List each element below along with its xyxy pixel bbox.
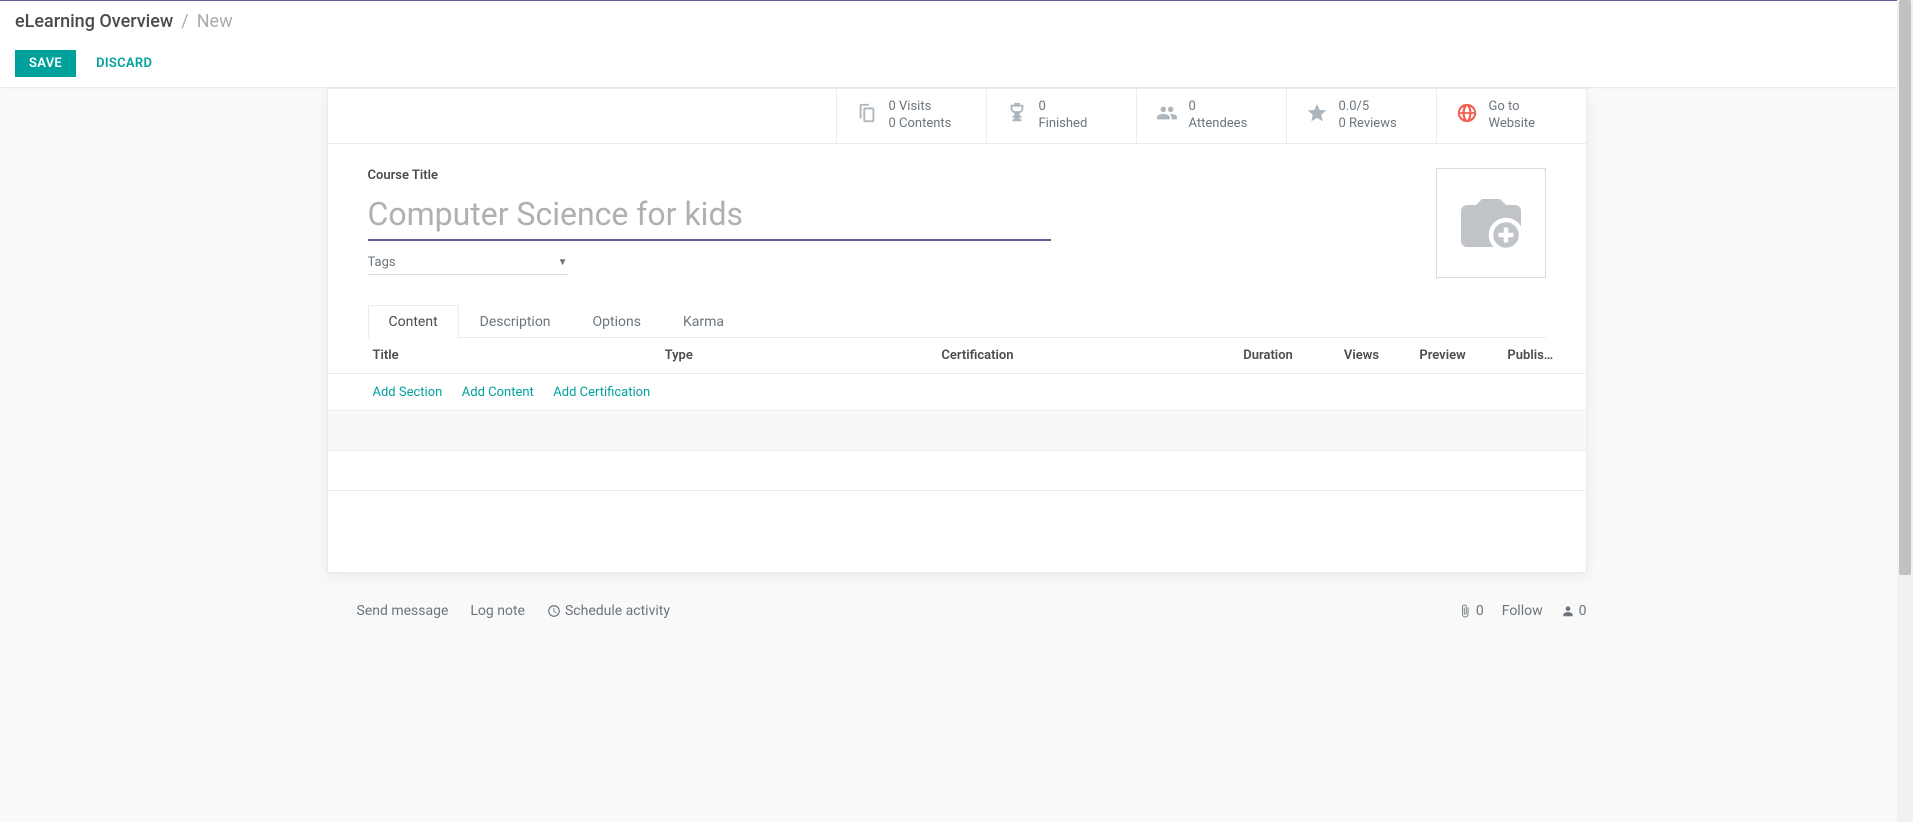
paperclip-icon bbox=[1458, 604, 1472, 618]
attachments-count[interactable]: 0 bbox=[1458, 603, 1484, 619]
table-row bbox=[328, 410, 1586, 450]
stat-reviews[interactable]: 0.0/5 0 Reviews bbox=[1286, 89, 1436, 143]
log-note-button[interactable]: Log note bbox=[470, 603, 525, 619]
stat-website-line1: Go to bbox=[1489, 99, 1536, 116]
col-type[interactable]: Type bbox=[655, 338, 932, 374]
col-certification[interactable]: Certification bbox=[931, 338, 1233, 374]
globe-icon bbox=[1455, 102, 1479, 129]
tab-karma[interactable]: Karma bbox=[662, 305, 745, 338]
breadcrumb-current: New bbox=[197, 11, 233, 32]
table-row bbox=[328, 450, 1586, 490]
stat-button-row: 0 Visits 0 Contents 0 Finished bbox=[328, 89, 1586, 144]
user-icon bbox=[1561, 604, 1575, 618]
documents-icon bbox=[855, 102, 879, 129]
col-views[interactable]: Views bbox=[1334, 338, 1409, 374]
breadcrumb: eLearning Overview / New bbox=[15, 11, 1898, 32]
save-button[interactable]: SAVE bbox=[15, 50, 76, 77]
add-certification-link[interactable]: Add Certification bbox=[553, 385, 650, 400]
send-message-button[interactable]: Send message bbox=[357, 603, 449, 619]
stat-finished[interactable]: 0 Finished bbox=[986, 89, 1136, 143]
camera-plus-icon bbox=[1455, 187, 1527, 259]
tab-description[interactable]: Description bbox=[459, 305, 572, 338]
stat-finished-line1: 0 bbox=[1039, 99, 1088, 116]
stat-website[interactable]: Go to Website bbox=[1436, 89, 1586, 143]
col-preview[interactable]: Preview bbox=[1409, 338, 1497, 374]
tab-content[interactable]: Content bbox=[368, 305, 459, 338]
breadcrumb-bar: eLearning Overview / New SAVE DISCARD bbox=[0, 0, 1913, 88]
tab-options[interactable]: Options bbox=[572, 305, 662, 338]
col-title[interactable]: Title bbox=[328, 338, 655, 374]
followers-count[interactable]: 0 bbox=[1561, 603, 1587, 619]
users-icon bbox=[1155, 102, 1179, 129]
col-duration[interactable]: Duration bbox=[1233, 338, 1334, 374]
stat-attendees[interactable]: 0 Attendees bbox=[1136, 89, 1286, 143]
tags-placeholder: Tags bbox=[368, 255, 396, 270]
clock-icon bbox=[547, 604, 561, 618]
stat-visits[interactable]: 0 Visits 0 Contents bbox=[836, 89, 986, 143]
scrollbar-thumb[interactable] bbox=[1899, 0, 1911, 575]
add-section-link[interactable]: Add Section bbox=[373, 385, 443, 400]
stat-attendees-line2: Attendees bbox=[1189, 116, 1248, 133]
form-sheet: 0 Visits 0 Contents 0 Finished bbox=[327, 88, 1587, 573]
chatter-bar: Send message Log note Schedule activity … bbox=[257, 593, 1657, 619]
content-table: Title Type Certification Duration Views … bbox=[328, 338, 1586, 491]
stat-visits-line2: 0 Contents bbox=[889, 116, 952, 133]
course-title-label: Course Title bbox=[368, 168, 1546, 183]
stat-visits-line1: 0 Visits bbox=[889, 99, 952, 116]
col-published[interactable]: Publis… bbox=[1497, 338, 1585, 374]
breadcrumb-root[interactable]: eLearning Overview bbox=[15, 11, 173, 32]
schedule-activity-button[interactable]: Schedule activity bbox=[547, 603, 670, 619]
caret-down-icon: ▼ bbox=[558, 257, 568, 268]
trophy-icon bbox=[1005, 102, 1029, 129]
course-title-input[interactable] bbox=[368, 189, 1051, 241]
discard-button[interactable]: DISCARD bbox=[82, 50, 166, 77]
vertical-scrollbar[interactable] bbox=[1897, 0, 1913, 822]
course-image-uploader[interactable] bbox=[1436, 168, 1546, 278]
tags-input[interactable]: Tags ▼ bbox=[368, 251, 568, 275]
stat-finished-line2: Finished bbox=[1039, 116, 1088, 133]
stat-website-line2: Website bbox=[1489, 116, 1536, 133]
breadcrumb-separator: / bbox=[181, 11, 188, 32]
notebook-tabs: Content Description Options Karma bbox=[368, 305, 1546, 338]
star-icon bbox=[1305, 102, 1329, 129]
stat-reviews-line1: 0.0/5 bbox=[1339, 99, 1397, 116]
stat-attendees-line1: 0 bbox=[1189, 99, 1248, 116]
follow-button[interactable]: Follow bbox=[1502, 603, 1543, 619]
add-content-link[interactable]: Add Content bbox=[462, 385, 534, 400]
stat-reviews-line2: 0 Reviews bbox=[1339, 116, 1397, 133]
